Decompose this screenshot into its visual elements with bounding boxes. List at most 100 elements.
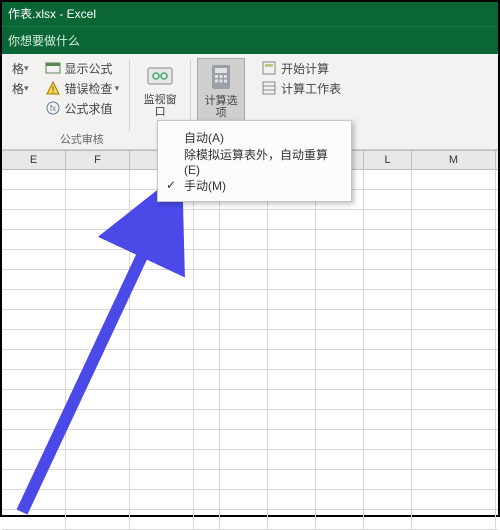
watch-window-button[interactable]: 监视窗口 (136, 58, 184, 120)
cell[interactable] (130, 250, 194, 269)
cell[interactable] (268, 350, 316, 369)
cell[interactable] (2, 370, 66, 389)
cell[interactable] (412, 370, 496, 389)
column-header[interactable]: F (66, 151, 130, 169)
cell[interactable] (316, 350, 364, 369)
cell[interactable] (220, 210, 268, 229)
cell[interactable] (2, 290, 66, 309)
cell[interactable] (66, 510, 130, 529)
cell[interactable] (2, 490, 66, 509)
cell[interactable] (220, 390, 268, 409)
cell[interactable] (316, 470, 364, 489)
cell[interactable] (268, 390, 316, 409)
cell[interactable] (316, 430, 364, 449)
cell[interactable] (316, 330, 364, 349)
cell[interactable] (316, 370, 364, 389)
column-header[interactable]: L (364, 151, 412, 169)
cell[interactable] (2, 330, 66, 349)
cell[interactable] (130, 310, 194, 329)
cell[interactable] (412, 350, 496, 369)
cell[interactable] (194, 330, 220, 349)
cell[interactable] (268, 310, 316, 329)
cell[interactable] (220, 450, 268, 469)
cell[interactable] (66, 330, 130, 349)
cell[interactable] (316, 290, 364, 309)
cell[interactable] (130, 350, 194, 369)
cell[interactable] (220, 370, 268, 389)
cell[interactable] (364, 510, 412, 529)
cell[interactable] (412, 490, 496, 509)
cell[interactable] (66, 430, 130, 449)
cell[interactable] (364, 250, 412, 269)
cell[interactable] (2, 510, 66, 529)
cell[interactable] (364, 350, 412, 369)
cell[interactable] (66, 370, 130, 389)
cell[interactable] (316, 270, 364, 289)
cell[interactable] (316, 510, 364, 529)
cell[interactable] (194, 490, 220, 509)
error-check-button[interactable]: ! 错误检查 ▾ (41, 78, 124, 98)
menu-item-manual[interactable]: 手动(M) (158, 173, 351, 197)
cell[interactable] (130, 230, 194, 249)
cell[interactable] (2, 410, 66, 429)
column-header[interactable]: E (2, 151, 66, 169)
cell[interactable] (130, 390, 194, 409)
cell[interactable] (412, 290, 496, 309)
cell[interactable] (364, 330, 412, 349)
cell[interactable] (66, 210, 130, 229)
cell[interactable] (316, 390, 364, 409)
show-formulas-button[interactable]: 显示公式 (41, 58, 124, 78)
cell[interactable] (364, 170, 412, 189)
cell[interactable] (130, 490, 194, 509)
cell[interactable] (412, 270, 496, 289)
cell[interactable] (130, 510, 194, 529)
cell[interactable] (194, 410, 220, 429)
cell[interactable] (2, 430, 66, 449)
cell[interactable] (364, 490, 412, 509)
menu-item-auto-except-tables[interactable]: 除模拟运算表外，自动重算(E) (158, 149, 351, 173)
cell[interactable] (412, 170, 496, 189)
cell[interactable] (66, 270, 130, 289)
tell-me-bar[interactable]: 你想要做什么 (2, 26, 498, 54)
cell[interactable] (220, 510, 268, 529)
cell[interactable] (194, 270, 220, 289)
cell[interactable] (364, 430, 412, 449)
cell[interactable] (2, 170, 66, 189)
cell[interactable] (194, 230, 220, 249)
cell[interactable] (220, 290, 268, 309)
cell[interactable] (220, 230, 268, 249)
cell[interactable] (2, 270, 66, 289)
cell[interactable] (316, 210, 364, 229)
cell[interactable] (2, 390, 66, 409)
cell[interactable] (412, 230, 496, 249)
cell[interactable] (412, 430, 496, 449)
evaluate-formula-button[interactable]: fx 公式求值 (41, 98, 124, 118)
cell[interactable] (268, 510, 316, 529)
cell[interactable] (412, 190, 496, 209)
cell[interactable] (194, 510, 220, 529)
column-header[interactable]: M (412, 151, 496, 169)
cell[interactable] (66, 350, 130, 369)
cell[interactable] (316, 230, 364, 249)
cell[interactable] (412, 310, 496, 329)
cell[interactable] (130, 450, 194, 469)
cell[interactable] (364, 310, 412, 329)
cell[interactable] (364, 410, 412, 429)
cell[interactable] (268, 370, 316, 389)
cell[interactable] (194, 370, 220, 389)
spreadsheet-grid[interactable] (2, 170, 498, 515)
cell[interactable] (66, 470, 130, 489)
cell[interactable] (268, 330, 316, 349)
cell[interactable] (268, 290, 316, 309)
cell[interactable] (220, 270, 268, 289)
cell[interactable] (66, 290, 130, 309)
cell[interactable] (268, 430, 316, 449)
cell[interactable] (268, 450, 316, 469)
cell[interactable] (2, 350, 66, 369)
cell[interactable] (268, 250, 316, 269)
cell[interactable] (2, 190, 66, 209)
cell[interactable] (66, 490, 130, 509)
cell[interactable] (220, 410, 268, 429)
cell[interactable] (364, 190, 412, 209)
cell[interactable] (194, 290, 220, 309)
